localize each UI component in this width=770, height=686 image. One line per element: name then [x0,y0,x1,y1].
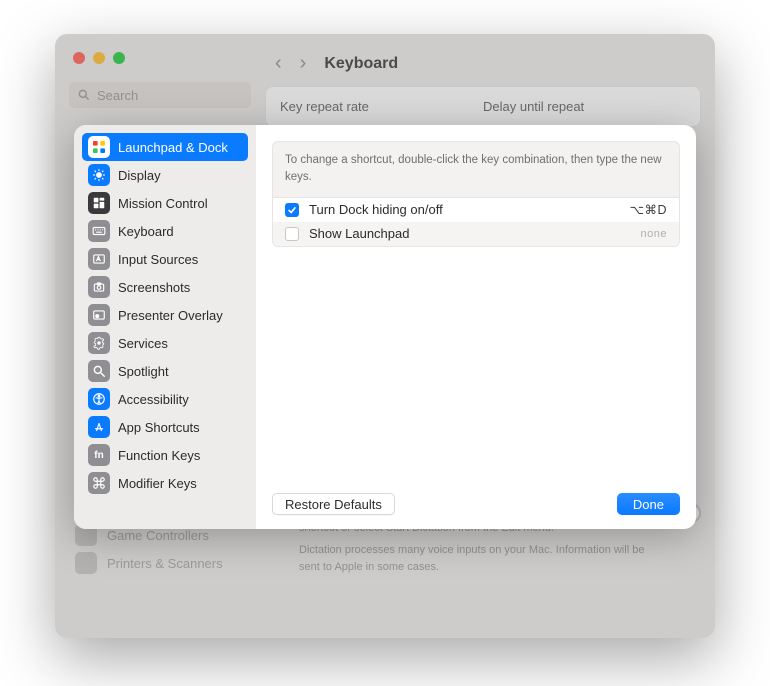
modifier-icon [88,472,110,494]
sidebar-item-label: Mission Control [118,196,208,211]
services-icon [88,332,110,354]
sidebar-item-label: Screenshots [118,280,190,295]
keyboard-icon [88,220,110,242]
sidebar-item-accessibility[interactable]: Accessibility [82,385,248,413]
sidebar-item-display[interactable]: Display [82,161,248,189]
shortcut-keys[interactable]: none [641,228,667,240]
sidebar-item-mission-control[interactable]: Mission Control [82,189,248,217]
sidebar-item-label: Modifier Keys [118,476,197,491]
sidebar-item-services[interactable]: Services [82,329,248,357]
sidebar-item-label: Keyboard [118,224,174,239]
shortcut-label: Show Launchpad [309,226,631,241]
sidebar-item-function-keys[interactable]: fn Function Keys [82,441,248,469]
sidebar-item-label: Input Sources [118,252,198,267]
accessibility-icon [88,388,110,410]
input-icon [88,248,110,270]
sidebar-item-keyboard[interactable]: Keyboard [82,217,248,245]
shortcut-checkbox[interactable] [285,227,299,241]
shortcut-detail-pane: To change a shortcut, double-click the k… [256,125,696,529]
sidebar-item-label: App Shortcuts [118,420,200,435]
done-button[interactable]: Done [617,493,680,515]
launchpad-icon [88,136,110,158]
sidebar-item-launchpad-dock[interactable]: Launchpad & Dock [82,133,248,161]
shortcut-row[interactable]: Turn Dock hiding on/off ⌥⌘D [273,198,679,222]
shortcut-list: Turn Dock hiding on/off ⌥⌘D Show Launchpad… [272,198,680,247]
sidebar-item-label: Services [118,336,168,351]
sidebar-item-presenter-overlay[interactable]: Presenter Overlay [82,301,248,329]
appstore-icon [88,416,110,438]
sidebar-item-label: Launchpad & Dock [118,140,228,155]
spotlight-icon [88,360,110,382]
shortcut-category-sidebar: Launchpad & Dock Display Mission Control Ke… [74,125,256,529]
sidebar-item-label: Function Keys [118,448,200,463]
display-icon [88,164,110,186]
sheet-footer: Restore Defaults Done [272,483,680,515]
instruction-text: To change a shortcut, double-click the k… [272,141,680,198]
sidebar-item-app-shortcuts[interactable]: App Shortcuts [82,413,248,441]
sidebar-item-input-sources[interactable]: Input Sources [82,245,248,273]
fn-icon: fn [88,444,110,466]
sidebar-item-label: Spotlight [118,364,169,379]
screenshot-icon [88,276,110,298]
sidebar-item-spotlight[interactable]: Spotlight [82,357,248,385]
shortcut-label: Turn Dock hiding on/off [309,202,620,217]
shortcut-checkbox[interactable] [285,203,299,217]
sidebar-item-modifier-keys[interactable]: Modifier Keys [82,469,248,497]
mission-icon [88,192,110,214]
sidebar-item-label: Display [118,168,161,183]
presenter-icon [88,304,110,326]
sidebar-item-label: Accessibility [118,392,189,407]
sidebar-item-screenshots[interactable]: Screenshots [82,273,248,301]
restore-defaults-button[interactable]: Restore Defaults [272,493,395,515]
shortcut-row[interactable]: Show Launchpad none [273,222,679,246]
keyboard-shortcuts-sheet: Launchpad & Dock Display Mission Control Ke… [74,125,696,529]
shortcut-keys[interactable]: ⌥⌘D [630,202,667,217]
sidebar-item-label: Presenter Overlay [118,308,223,323]
